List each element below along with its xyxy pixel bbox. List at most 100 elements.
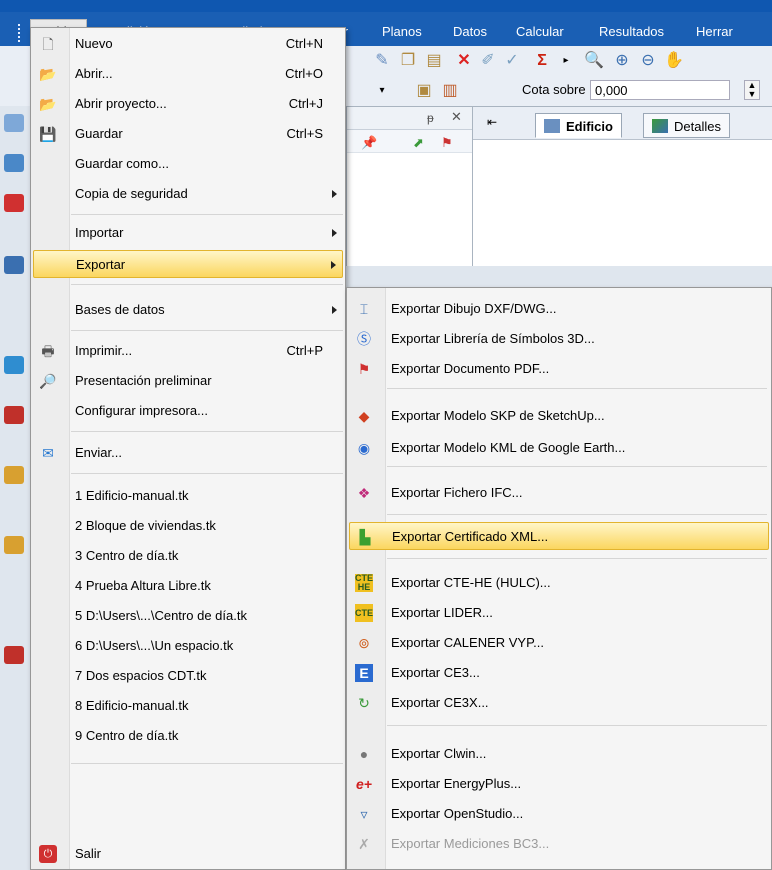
- menu-item-configurar-impresora[interactable]: Configurar impresora...: [33, 397, 343, 425]
- pdf-small-icon[interactable]: ⚑: [441, 135, 453, 151]
- brush-icon[interactable]: ✓: [502, 51, 522, 71]
- menu-separator: [387, 466, 767, 467]
- menu-calcular[interactable]: Calcular: [510, 20, 570, 44]
- edit-icon[interactable]: ✐: [478, 51, 498, 71]
- menu-separator: [71, 473, 343, 474]
- menu-separator: [71, 330, 343, 331]
- save-icon: 💾: [39, 126, 57, 142]
- ce3-icon: E: [355, 664, 373, 682]
- openstudio-icon: ▿: [360, 806, 368, 822]
- export-item-ifc[interactable]: ❖ Exportar Fichero IFC...: [349, 479, 769, 507]
- google-earth-icon: ◉: [357, 440, 371, 456]
- menu-item-presentacion[interactable]: 🔎 Presentación preliminar: [33, 367, 343, 395]
- export-item-sketchup[interactable]: ◆ Exportar Modelo SKP de SketchUp...: [349, 402, 769, 430]
- export-item-clwin[interactable]: ● Exportar Clwin...: [349, 740, 769, 768]
- export-item-openstudio[interactable]: ▿ Exportar OpenStudio...: [349, 800, 769, 828]
- menu-datos[interactable]: Datos: [447, 20, 493, 44]
- recent-file-item[interactable]: 5 D:\Users\...\Centro de día.tk: [33, 602, 343, 630]
- export-item-certificado-xml[interactable]: ▙ Exportar Certificado XML...: [349, 522, 769, 550]
- menu-separator: [71, 214, 343, 215]
- export-item-simbolos-3d[interactable]: Ⓢ Exportar Librería de Símbolos 3D...: [349, 325, 769, 353]
- open-project-icon: 📂: [39, 96, 57, 112]
- menu-item-abrir[interactable]: 📂 Abrir... Ctrl+O: [33, 60, 343, 88]
- menu-item-salir[interactable]: ⏻ Salir: [33, 840, 343, 868]
- recent-file-item[interactable]: 4 Prueba Altura Libre.tk: [33, 572, 343, 600]
- menu-item-copia-seguridad[interactable]: Copia de seguridad: [33, 180, 343, 208]
- menu-item-enviar[interactable]: ✉ Enviar...: [33, 439, 343, 467]
- dropdown-arrow-icon[interactable]: ▾: [372, 81, 392, 101]
- new-floor-icon[interactable]: ▣: [414, 81, 434, 101]
- close-icon[interactable]: ✕: [451, 109, 462, 125]
- export-icon[interactable]: ⬈: [413, 135, 424, 151]
- zoom-out-icon[interactable]: ⊖: [638, 51, 658, 71]
- floor-settings-icon[interactable]: ▥: [440, 81, 460, 101]
- submenu-arrow-icon: [332, 190, 337, 198]
- export-item-pdf[interactable]: ⚑ Exportar Documento PDF...: [349, 355, 769, 383]
- recent-file-item[interactable]: 8 Edificio-manual.tk: [33, 692, 343, 720]
- open-folder-icon: 📂: [39, 66, 57, 82]
- tool-icon[interactable]: [4, 466, 24, 484]
- tool-icon[interactable]: [4, 256, 24, 274]
- menu-separator: [71, 763, 343, 764]
- tab-detalles[interactable]: Detalles: [643, 113, 730, 138]
- tab-scroll-left-icon[interactable]: ⇤: [487, 115, 497, 129]
- export-item-lider[interactable]: CTE Exportar LIDER...: [349, 599, 769, 627]
- recent-file-item[interactable]: 6 D:\Users\...\Un espacio.tk: [33, 632, 343, 660]
- menu-item-nuevo[interactable]: 🗋 Nuevo Ctrl+N: [33, 30, 343, 58]
- export-item-ce3x[interactable]: ↻ Exportar CE3X...: [349, 689, 769, 717]
- menu-item-exportar[interactable]: Exportar: [33, 250, 343, 278]
- recent-file-item[interactable]: 2 Bloque de viviendas.tk: [33, 512, 343, 540]
- pencil-icon[interactable]: ✎: [372, 51, 392, 71]
- menu-separator: [387, 725, 767, 726]
- export-item-calener[interactable]: ⊚ Exportar CALENER VYP...: [349, 629, 769, 657]
- recent-file-item[interactable]: 9 Centro de día.tk: [33, 722, 343, 750]
- menu-item-guardar[interactable]: 💾 Guardar Ctrl+S: [33, 120, 343, 148]
- recent-file-item[interactable]: 3 Centro de día.tk: [33, 542, 343, 570]
- menu-herramientas[interactable]: Herrar: [690, 20, 739, 44]
- tool-icon[interactable]: [4, 356, 24, 374]
- recent-file-item[interactable]: 1 Edificio-manual.tk: [33, 482, 343, 510]
- tab-edificio-label: Edificio: [566, 119, 613, 134]
- tool-icon[interactable]: [4, 536, 24, 554]
- delete-icon[interactable]: ✕: [454, 51, 474, 71]
- tool-icon[interactable]: [4, 114, 24, 132]
- chart-icon: [652, 119, 668, 133]
- menu-item-bases-datos[interactable]: Bases de datos: [33, 296, 343, 324]
- export-item-dxf[interactable]: ⌶ Exportar Dibujo DXF/DWG...: [349, 295, 769, 323]
- cota-spinner[interactable]: ▲ ▼: [744, 80, 760, 100]
- export-item-ce3[interactable]: E Exportar CE3...: [349, 659, 769, 687]
- copy-icon[interactable]: ❐: [398, 51, 418, 71]
- menu-item-abrir-proyecto[interactable]: 📂 Abrir proyecto... Ctrl+J: [33, 90, 343, 118]
- tool-icon[interactable]: [4, 646, 24, 664]
- printer-icon: 🖶: [41, 343, 55, 359]
- menu-separator: [387, 388, 767, 389]
- bc3-icon: ✗: [358, 836, 370, 852]
- menu-planos[interactable]: Planos: [376, 20, 428, 44]
- pan-hand-icon[interactable]: ✋: [664, 51, 684, 71]
- certificate-icon: ▙: [359, 529, 371, 545]
- menu-resultados[interactable]: Resultados: [593, 20, 670, 44]
- export-item-bc3: ✗ Exportar Mediciones BC3...: [349, 830, 769, 858]
- tab-edificio[interactable]: Edificio: [535, 113, 622, 138]
- export-item-cte-he[interactable]: CTE HE Exportar CTE-HE (HULC)...: [349, 569, 769, 597]
- sum-icon[interactable]: Σ: [532, 51, 552, 71]
- submenu-arrow-icon: [332, 229, 337, 237]
- cota-input[interactable]: [590, 80, 730, 100]
- pin-icon[interactable]: ᵽ: [427, 111, 434, 125]
- pushpin-icon[interactable]: 📌: [361, 135, 377, 151]
- chevron-right-icon[interactable]: ▸: [556, 51, 576, 71]
- menu-item-guardar-como[interactable]: Guardar como...: [33, 150, 343, 178]
- menu-item-imprimir[interactable]: 🖶 Imprimir... Ctrl+P: [33, 337, 343, 365]
- tool-icon[interactable]: [4, 154, 24, 172]
- menu-item-importar[interactable]: Importar: [33, 219, 343, 247]
- tool-icon[interactable]: [4, 194, 24, 212]
- zoom-in-icon[interactable]: ⊕: [612, 51, 632, 71]
- zoom-icon[interactable]: 🔍: [584, 51, 604, 71]
- tool-icon[interactable]: [4, 406, 24, 424]
- paste-icon[interactable]: ▤: [424, 51, 444, 71]
- export-item-energyplus[interactable]: e+ Exportar EnergyPlus...: [349, 770, 769, 798]
- clwin-icon: ●: [359, 746, 369, 762]
- menu-separator: [71, 431, 343, 432]
- recent-file-item[interactable]: 7 Dos espacios CDT.tk: [33, 662, 343, 690]
- export-item-google-earth[interactable]: ◉ Exportar Modelo KML de Google Earth...: [349, 434, 769, 462]
